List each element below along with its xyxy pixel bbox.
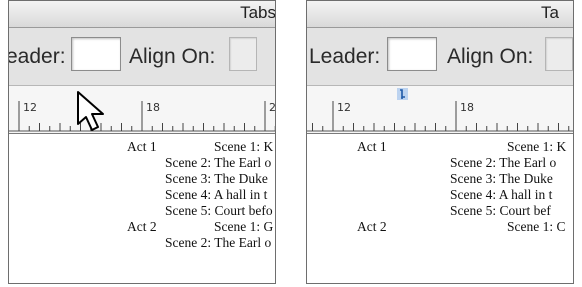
ruler-ticks: 12 18 24: [9, 101, 276, 132]
leader-label: eader:: [8, 45, 66, 68]
scene-text: Scene 1: K: [507, 139, 567, 154]
align-on-label: Align On:: [129, 45, 216, 68]
act-label: Act 2: [357, 219, 387, 234]
document-text-area[interactable]: Act 1 Scene 1: K Scene 2: The Earl o Scene …: [9, 134, 275, 283]
tabs-panel-titlebar[interactable]: Ta: [307, 1, 573, 28]
ruler-ticks: 121824: [307, 101, 573, 132]
scene-text: Scene 4: A hall in t: [450, 187, 553, 202]
tab-ruler[interactable]: 12 18 24: [9, 86, 275, 134]
leader-input[interactable]: [71, 37, 121, 71]
tabs-comparison-screenshot: Tabs eader: Align On: 12 18 24 Act 1 Scene …: [0, 0, 582, 287]
scene-text: Scene 3: The Duke: [165, 171, 268, 186]
scene-text: Scene 4: A hall in t: [165, 187, 268, 202]
tab-stop-marker-icon[interactable]: [397, 88, 408, 100]
scene-text: Scene 3: The Duke: [450, 171, 553, 186]
tabs-panel-after: Ta Leader: Align On: 121824 Act 1Scene 1…: [306, 0, 574, 284]
ruler-label: 18: [146, 101, 160, 114]
tab-ruler[interactable]: 121824: [307, 86, 573, 134]
act-label: Act 1: [127, 139, 157, 154]
align-on-input[interactable]: [545, 37, 573, 71]
document-text-area[interactable]: Act 1 Scene 1: K Scene 2: The Earl o Scene …: [307, 134, 573, 283]
scene-text: Scene 2: The Earl o: [450, 155, 557, 170]
leader-label: Leader:: [309, 45, 381, 68]
scene-text: Scene 1: G: [214, 219, 274, 234]
ruler-label: 12: [23, 101, 37, 114]
tabs-panel-title: Tabs: [240, 3, 276, 22]
act-label: Act 1: [357, 139, 387, 154]
align-on-input[interactable]: [229, 37, 257, 71]
tabs-controls-bar: eader: Align On:: [9, 28, 275, 86]
leader-input[interactable]: [387, 37, 437, 71]
scene-text: Scene 5: Court bef: [450, 203, 551, 218]
tabs-panel-titlebar[interactable]: Tabs: [9, 1, 275, 28]
scene-text: Scene 2: The Earl o: [165, 155, 272, 170]
scene-text: Scene 1: K: [214, 139, 274, 154]
scene-text: Scene 5: Court befo: [165, 203, 273, 218]
scene-text: Scene 2: The Earl o: [165, 235, 272, 250]
ruler-label: 24: [269, 101, 276, 114]
ruler-label: 18: [460, 101, 474, 114]
arrow-cursor-icon: [77, 91, 104, 131]
ruler-label: 12: [337, 101, 351, 114]
align-on-label: Align On:: [447, 45, 534, 68]
tabs-panel-before: Tabs eader: Align On: 12 18 24 Act 1 Scene …: [8, 0, 276, 284]
tabs-panel-title: Ta: [541, 3, 559, 22]
tabs-controls-bar: Leader: Align On:: [307, 28, 573, 86]
act-label: Act 2: [127, 219, 157, 234]
scene-text: Scene 1: C: [507, 219, 566, 234]
